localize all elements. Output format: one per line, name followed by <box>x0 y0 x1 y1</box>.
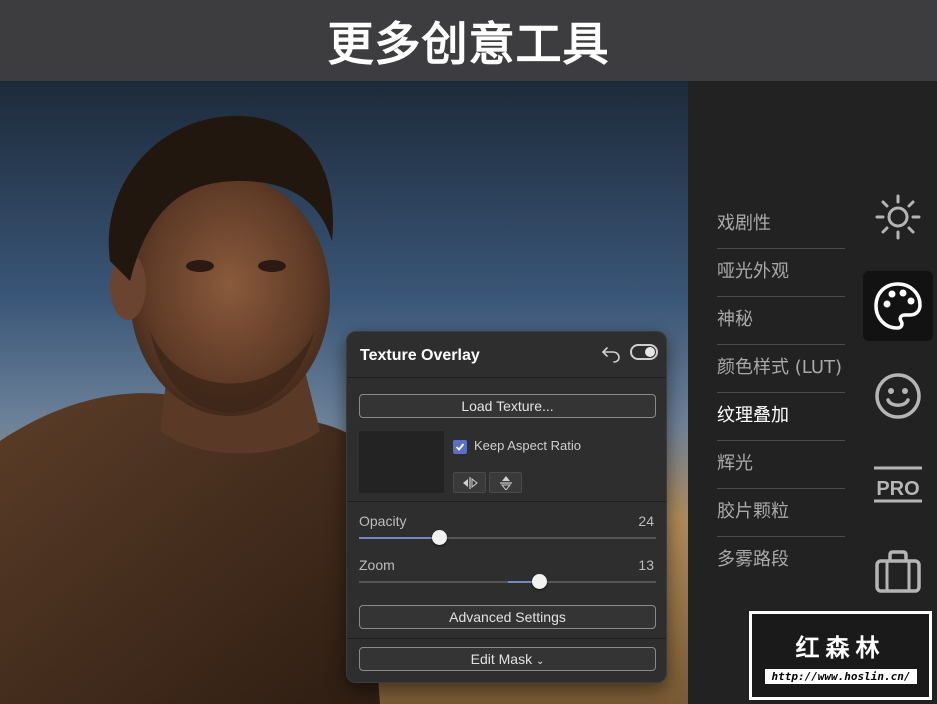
flip-horizontal-icon[interactable] <box>453 472 486 493</box>
palette-icon[interactable] <box>863 271 933 341</box>
opacity-value: 24 <box>638 513 654 529</box>
flip-vertical-icon[interactable] <box>489 472 522 493</box>
checkmark-icon <box>455 443 465 451</box>
texture-overlay-panel: Texture Overlay Load Texture... Keep Asp… <box>346 331 667 683</box>
effect-item-glow[interactable]: 辉光 <box>717 441 845 489</box>
zoom-slider-handle[interactable] <box>531 574 547 589</box>
panel-divider <box>347 501 666 502</box>
banner: 更多创意工具 <box>0 0 937 81</box>
effect-item-film-grain[interactable]: 胶片颗粒 <box>717 489 845 537</box>
load-texture-button[interactable]: Load Texture... <box>359 394 656 418</box>
enable-toggle[interactable] <box>630 344 658 360</box>
advanced-settings-button[interactable]: Advanced Settings <box>359 605 656 629</box>
sun-icon[interactable] <box>863 182 933 252</box>
zoom-slider[interactable] <box>359 574 656 589</box>
zoom-label: Zoom <box>359 557 395 573</box>
zoom-value: 13 <box>638 557 654 573</box>
effect-item-drama[interactable]: 戏剧性 <box>717 201 845 249</box>
panel-title: Texture Overlay <box>360 347 480 364</box>
opacity-label: Opacity <box>359 513 407 529</box>
effect-item-mystical[interactable]: 神秘 <box>717 297 845 345</box>
panel-divider <box>347 638 666 639</box>
effect-item-color-styles-lut[interactable]: 颜色样式 (LUT) <box>717 345 845 393</box>
edit-mask-label: Edit Mask <box>470 651 533 667</box>
pro-icon[interactable]: PRO <box>863 449 933 519</box>
effect-item-fog[interactable]: 多雾路段 <box>717 537 845 585</box>
chevron-down-icon: ⌄ <box>535 656 545 667</box>
undo-icon[interactable] <box>601 343 621 363</box>
opacity-slider-fill <box>359 537 440 539</box>
edit-mask-button[interactable]: Edit Mask ⌄ <box>359 647 656 671</box>
opacity-slider[interactable] <box>359 530 656 545</box>
pro-text: PRO <box>876 478 919 500</box>
texture-thumbnail[interactable] <box>359 431 444 493</box>
banner-title: 更多创意工具 <box>327 16 610 71</box>
watermark-title: 红森林 <box>795 634 886 662</box>
briefcase-icon[interactable] <box>863 537 933 607</box>
opacity-slider-handle[interactable] <box>432 530 448 545</box>
effects-list: 戏剧性 哑光外观 神秘 颜色样式 (LUT) 纹理叠加 辉光 胶片颗粒 多雾路段 <box>717 201 845 585</box>
panel-divider <box>347 377 666 378</box>
keep-aspect-label: Keep Aspect Ratio <box>474 438 581 453</box>
watermark-url: http://www.hoslin.cn/ <box>765 669 917 684</box>
keep-aspect-checkbox[interactable] <box>453 440 467 454</box>
watermark-logo: 红森林 http://www.hoslin.cn/ <box>749 611 932 700</box>
face-icon[interactable] <box>863 361 933 431</box>
effect-item-texture-overlay[interactable]: 纹理叠加 <box>717 393 845 441</box>
effect-item-matte-look[interactable]: 哑光外观 <box>717 249 845 297</box>
toggle-knob <box>645 347 655 357</box>
